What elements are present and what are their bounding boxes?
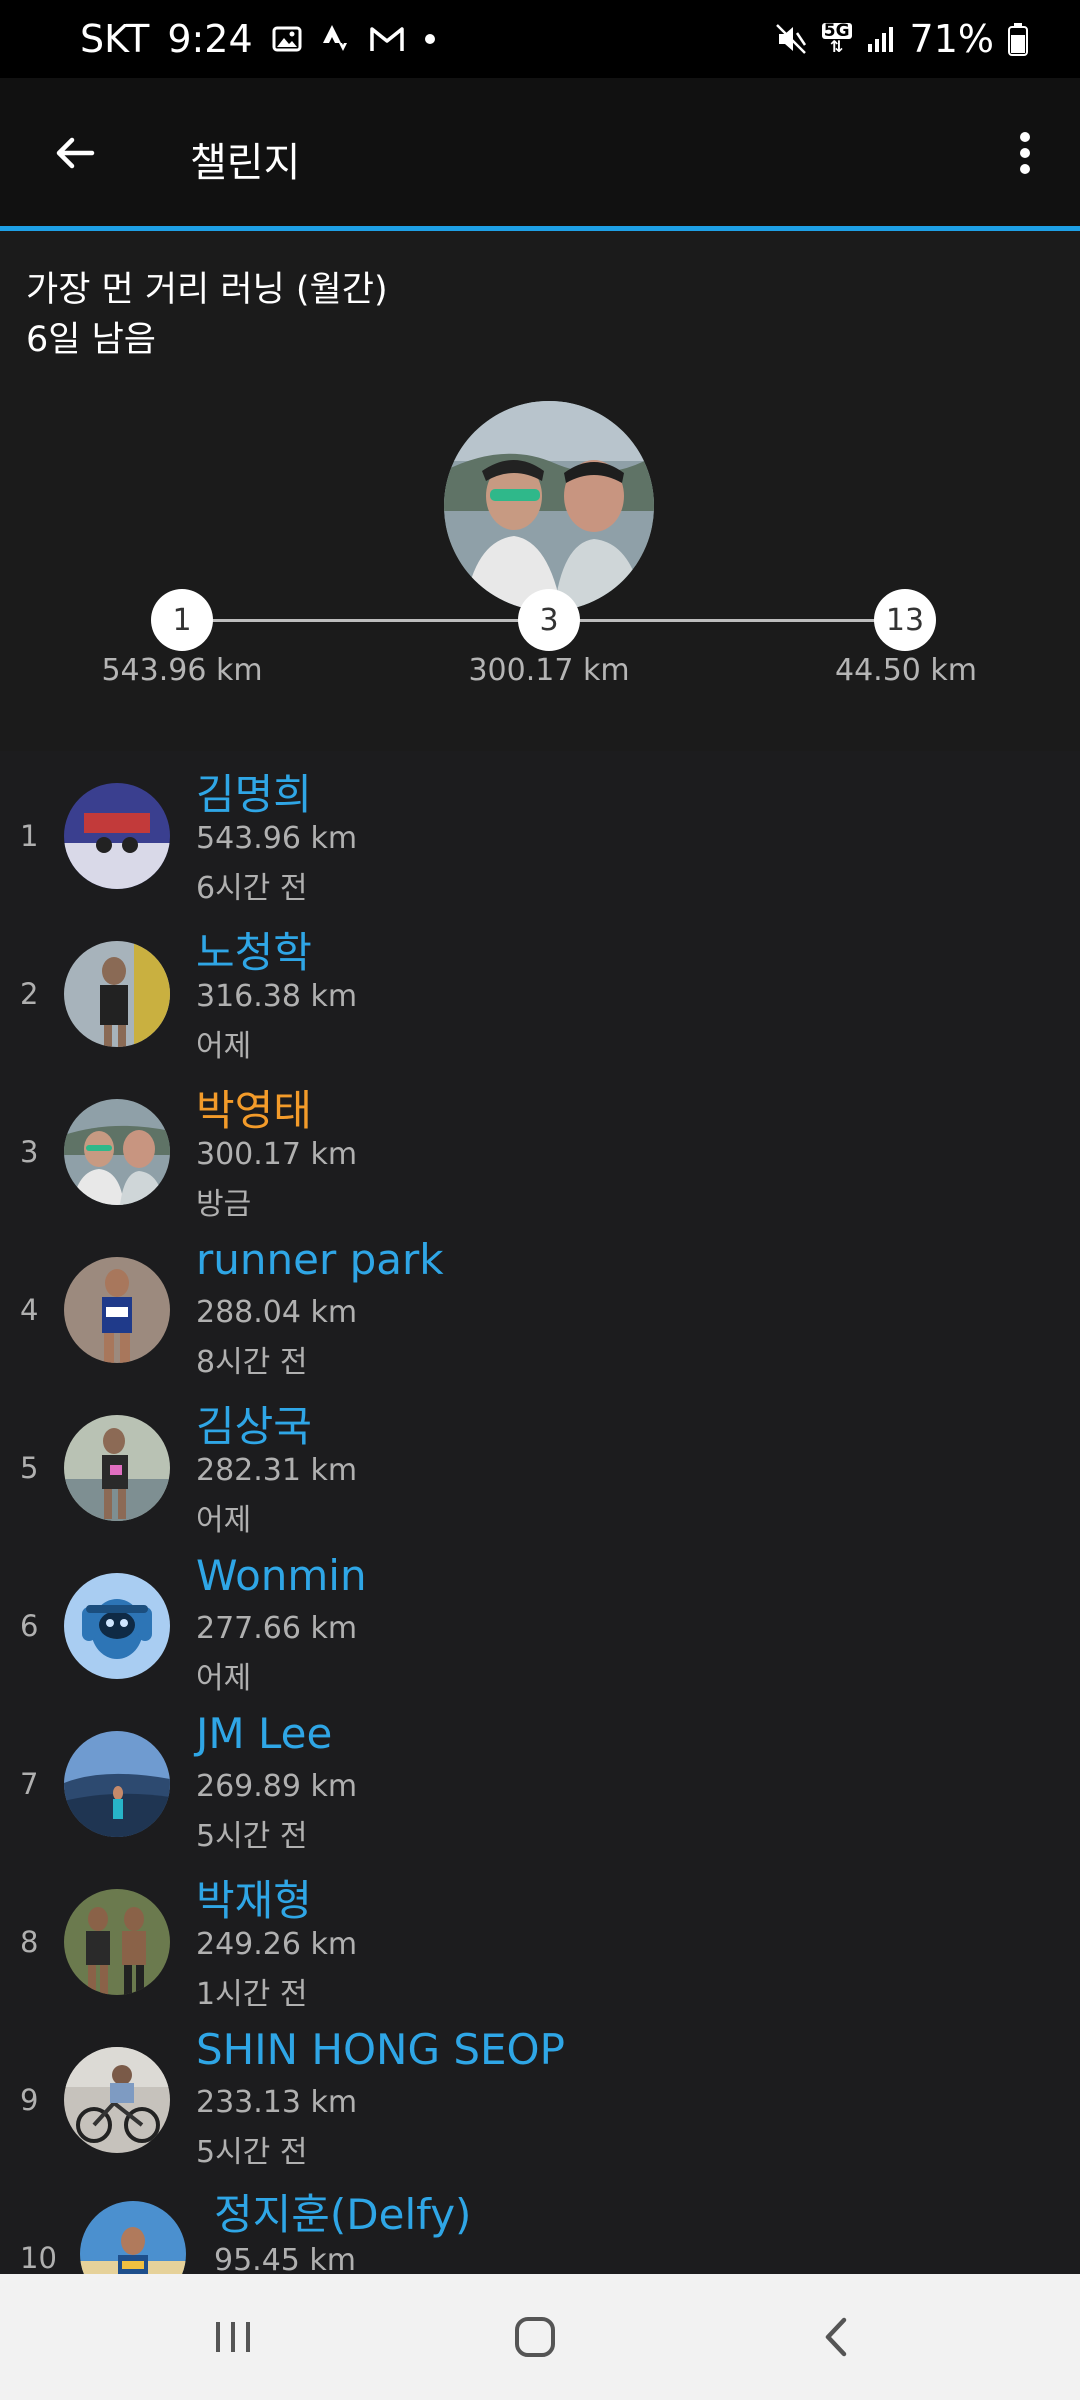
runner-name[interactable]: 김상국 [196,1393,312,1454]
page-title: 챌린지 [190,140,301,186]
list-item[interactable]: 4 runner park 288.04 km 8시간 전 [0,1225,1080,1383]
runner-name-current-user[interactable]: 박영태 [196,1077,312,1138]
rank-number: 10 [20,2241,57,2274]
system-navigation-bar [0,2274,1080,2400]
recents-button[interactable] [188,2302,278,2372]
back-chevron-icon [825,2317,847,2357]
signal-icon [866,24,896,54]
runner-last-activity: 6시간 전 [196,871,308,906]
runner-last-activity: 어제 [196,1029,252,1064]
rank-number: 3 [20,1135,39,1169]
days-remaining: 6일 남음 [26,320,156,360]
runner-distance: 282.31 km [196,1453,358,1488]
progress-distance-leader: 543.96 km [101,653,263,688]
recents-icon [216,2322,250,2352]
network-5g-icon: 5G ⇅ [821,21,852,56]
runner-distance: 316.38 km [196,979,358,1014]
rank-number: 7 [20,1767,39,1801]
rank-number: 1 [20,819,39,853]
runner-distance: 288.04 km [196,1295,358,1330]
list-item[interactable]: 8 박재형 249.26 km 1시간 전 [0,1857,1080,2015]
avatar[interactable] [80,2201,186,2274]
progress-distance-me: 300.17 km [468,653,630,688]
runner-distance: 543.96 km [196,821,358,856]
runner-last-activity: 5시간 전 [196,2135,308,2170]
avatar[interactable] [64,2047,170,2153]
list-item[interactable]: 7 JM Lee 269.89 km 5시간 전 [0,1699,1080,1857]
avatar[interactable] [64,1415,170,1521]
list-item[interactable]: 9 SHIN HONG SEOP 233.13 km 5시간 전 [0,2015,1080,2173]
progress-node-leader: 1 [151,589,213,651]
runner-distance: 277.66 km [196,1611,358,1646]
avatar[interactable] [64,1731,170,1837]
runner-distance: 269.89 km [196,1769,358,1804]
battery-icon [1008,22,1028,56]
list-item[interactable]: 10 정지훈(Delfy) 95.45 km [0,2173,1080,2274]
runner-distance: 95.45 km [214,2243,357,2274]
list-item[interactable]: 6 Wonmin 277.66 km 어제 [0,1541,1080,1699]
progress-node-me: 3 [518,589,580,651]
avatar[interactable] [64,1573,170,1679]
progress-distance-last: 44.50 km [834,653,978,688]
system-back-button[interactable] [792,2302,882,2372]
list-item[interactable]: 5 김상국 282.31 km 어제 [0,1383,1080,1541]
rank-number: 4 [20,1293,39,1327]
runner-distance: 249.26 km [196,1927,358,1962]
rank-number: 5 [20,1451,39,1485]
runner-name[interactable]: 노청학 [196,919,312,980]
gmail-icon [369,25,405,53]
rank-number: 2 [20,977,39,1011]
runner-last-activity: 8시간 전 [196,1345,308,1380]
arrow-left-icon [56,137,95,169]
runner-name[interactable]: Wonmin [196,1551,367,1600]
runner-name[interactable]: 김명희 [196,761,312,822]
runner-distance: 300.17 km [196,1137,358,1172]
back-button[interactable] [40,118,110,188]
leaderboard-list[interactable]: 1 김명희 543.96 km 6시간 전 2 노청학 316.38 km 어제… [0,751,1080,2274]
avatar[interactable] [64,1889,170,1995]
home-button[interactable] [490,2302,580,2372]
challenge-header: 가장 먼 거리 러닝 (월간) 6일 남음 1 3 13 543.96 km 3… [0,231,1080,751]
mute-icon [774,22,808,56]
runner-name[interactable]: runner park [196,1235,444,1284]
avatar[interactable] [64,941,170,1047]
avatar[interactable] [64,1099,170,1205]
notification-dot-icon [423,32,437,46]
clock: 9:24 [167,17,253,61]
carrier-label: SKT [80,17,150,61]
avatar[interactable] [64,1257,170,1363]
challenge-name: 가장 먼 거리 러닝 (월간) [26,270,388,310]
runner-name[interactable]: 정지훈(Delfy) [214,2181,471,2242]
strava-icon [321,23,351,55]
runner-last-activity: 어제 [196,1503,252,1538]
more-options-button[interactable] [990,118,1060,188]
runner-distance: 233.13 km [196,2085,358,2120]
more-vertical-icon [1020,132,1030,174]
runner-last-activity: 어제 [196,1661,252,1696]
runner-last-activity: 1시간 전 [196,1977,308,2012]
current-user-avatar[interactable] [444,401,654,611]
runner-last-activity: 5시간 전 [196,1819,308,1854]
runner-name[interactable]: JM Lee [196,1709,332,1758]
status-bar: SKT 9:24 5G ⇅ 71% [0,0,1080,78]
avatar[interactable] [64,783,170,889]
runner-name[interactable]: 박재형 [196,1867,312,1928]
gallery-icon [271,23,303,55]
list-item[interactable]: 2 노청학 316.38 km 어제 [0,909,1080,1067]
runner-name[interactable]: SHIN HONG SEOP [196,2025,565,2074]
home-icon [515,2317,555,2357]
list-item[interactable]: 1 김명희 543.96 km 6시간 전 [0,751,1080,909]
rank-number: 6 [20,1609,39,1643]
rank-number: 9 [20,2083,39,2117]
app-bar: 챌린지 [0,78,1080,226]
progress-node-last: 13 [874,589,936,651]
battery-percent: 71% [909,17,994,61]
list-item[interactable]: 3 박영태 300.17 km 방금 [0,1067,1080,1225]
rank-number: 8 [20,1925,39,1959]
runner-last-activity: 방금 [196,1187,252,1222]
